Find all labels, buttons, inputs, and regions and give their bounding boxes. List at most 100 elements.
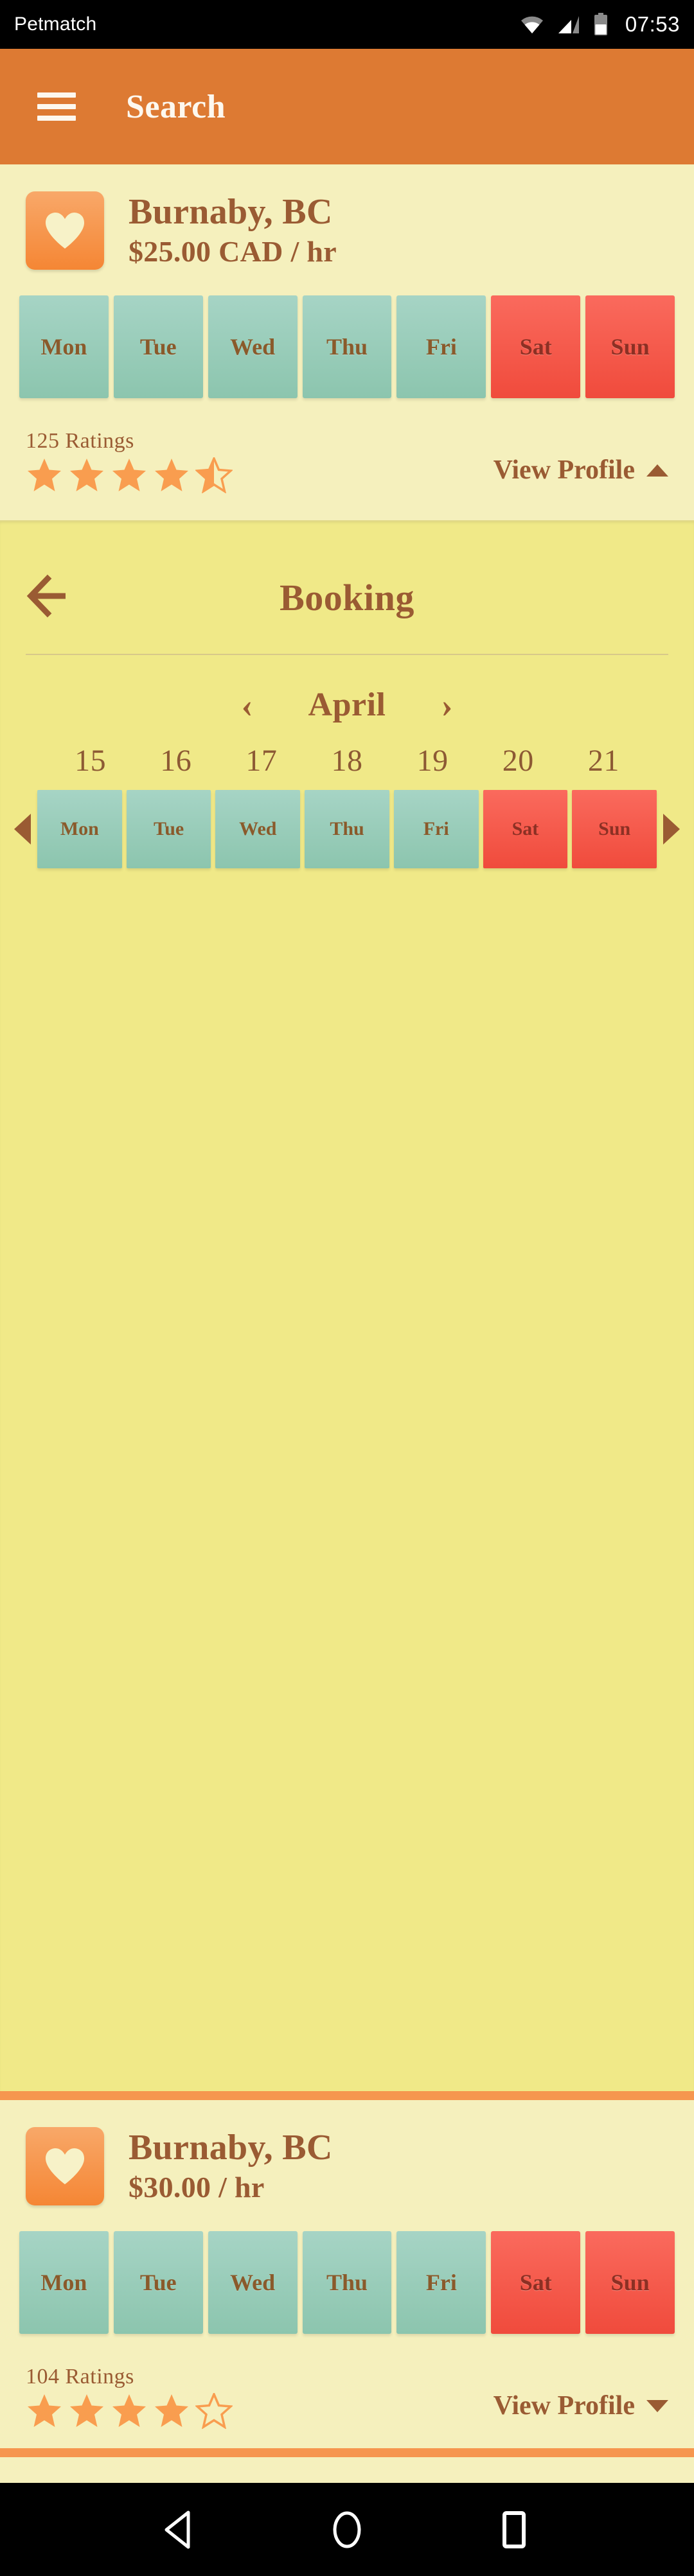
hamburger-bar <box>37 116 76 121</box>
hamburger-bar <box>37 104 76 109</box>
view-profile-button[interactable]: View Profile <box>494 455 668 493</box>
star-icon-full <box>26 2393 63 2429</box>
section-divider <box>0 2091 694 2100</box>
booking-title: Booking <box>280 576 414 618</box>
listing-price: $25.00 CAD / hr <box>129 235 337 268</box>
booking-day-chip-fri[interactable]: Fri <box>393 790 479 868</box>
listing-card: Burnaby, BC $25.00 CAD / hr Mon Tue Wed … <box>0 164 694 520</box>
booking-day-chip-mon[interactable]: Mon <box>37 790 122 868</box>
wifi-icon <box>520 15 544 34</box>
star-icon-empty <box>195 2393 233 2429</box>
triangle-right-icon[interactable] <box>663 814 680 845</box>
ratings-row: 104 Ratings View Profile <box>0 2334 694 2429</box>
booking-day-chip-sat[interactable]: Sat <box>483 790 568 868</box>
day-chip-wed[interactable]: Wed <box>208 2231 298 2334</box>
month-navigation: ‹ April › <box>0 655 694 724</box>
star-icon-full <box>68 457 105 493</box>
status-bar-icons: 07:53 <box>520 12 680 37</box>
cellular-signal-icon <box>557 15 580 34</box>
booking-day-chip-thu[interactable]: Thu <box>305 790 389 868</box>
chevron-down-icon <box>646 2399 668 2412</box>
heart-icon <box>44 2147 86 2186</box>
hamburger-menu-icon[interactable] <box>37 92 76 121</box>
triangle-left-icon[interactable] <box>14 814 31 845</box>
battery-icon <box>593 13 609 36</box>
day-chip-thu[interactable]: Thu <box>302 2231 392 2334</box>
listing-location: Burnaby, BC <box>129 2128 333 2168</box>
listing-info: Burnaby, BC $25.00 CAD / hr <box>129 191 337 269</box>
booking-day-chips: Mon Tue Wed Thu Fri Sat Sun <box>37 790 657 868</box>
hamburger-bar <box>37 92 76 98</box>
app-bar: Search <box>0 49 694 164</box>
star-icon-full <box>153 457 190 493</box>
home-circle-icon[interactable] <box>328 2510 366 2550</box>
chevron-left-icon[interactable]: ‹ <box>242 688 253 723</box>
week-selector: Mon Tue Wed Thu Fri Sat Sun <box>0 778 694 868</box>
star-icon-full <box>26 457 63 493</box>
listing-card: Burnaby, BC $30.00 / hr Mon Tue Wed Thu … <box>0 2100 694 2448</box>
day-chip-sun[interactable]: Sun <box>585 295 675 398</box>
day-chip-sat[interactable]: Sat <box>491 2231 581 2334</box>
recents-square-icon[interactable] <box>495 2510 533 2550</box>
date-number[interactable]: 17 <box>221 743 301 778</box>
ratings-group: 104 Ratings <box>26 2365 233 2429</box>
booking-day-chip-sun[interactable]: Sun <box>572 790 657 868</box>
booking-panel: Booking ‹ April › 15 16 17 18 19 20 21 M… <box>0 520 694 2091</box>
favorite-button[interactable] <box>26 191 104 270</box>
day-chip-tue[interactable]: Tue <box>113 2231 203 2334</box>
day-chip-sat[interactable]: Sat <box>491 295 581 398</box>
star-icon-full <box>153 2393 190 2429</box>
day-chip-mon[interactable]: Mon <box>19 295 109 398</box>
star-icon-full <box>68 2393 105 2429</box>
listing-location: Burnaby, BC <box>129 192 333 232</box>
listing-info: Burnaby, BC $30.00 / hr <box>129 2127 333 2205</box>
android-nav-bar <box>0 2483 694 2576</box>
booking-empty-area <box>0 868 694 2091</box>
view-profile-label: View Profile <box>493 2391 635 2421</box>
back-arrow-icon <box>26 574 85 622</box>
week-dates-row: 15 16 17 18 19 20 21 <box>0 724 694 778</box>
back-triangle-icon[interactable] <box>161 2510 199 2550</box>
date-number[interactable]: 16 <box>136 743 216 778</box>
month-label: April <box>308 687 386 723</box>
section-divider <box>0 2448 694 2457</box>
star-rating <box>26 457 233 493</box>
favorite-button[interactable] <box>26 2127 104 2205</box>
day-chip-tue[interactable]: Tue <box>113 295 203 398</box>
star-rating <box>26 2393 233 2429</box>
day-chip-wed[interactable]: Wed <box>208 295 298 398</box>
star-icon-half <box>195 457 233 493</box>
booking-day-chip-wed[interactable]: Wed <box>215 790 301 868</box>
star-icon-full <box>111 457 148 493</box>
availability-days-row: Mon Tue Wed Thu Fri Sat Sun <box>0 2205 694 2334</box>
chevron-right-icon[interactable]: › <box>441 688 452 723</box>
booking-day-chip-tue[interactable]: Tue <box>126 790 211 868</box>
day-chip-fri[interactable]: Fri <box>396 295 486 398</box>
ratings-count: 125 Ratings <box>26 429 134 453</box>
ratings-group: 125 Ratings <box>26 429 233 493</box>
app-bar-title: Search <box>126 88 226 125</box>
status-bar-app-name: Petmatch <box>14 13 97 35</box>
day-chip-mon[interactable]: Mon <box>19 2231 109 2334</box>
date-number[interactable]: 19 <box>393 743 473 778</box>
day-chip-fri[interactable]: Fri <box>396 2231 486 2334</box>
booking-header: Booking <box>0 521 694 637</box>
ratings-row: 125 Ratings View Profile <box>0 398 694 493</box>
heart-icon <box>44 211 86 250</box>
date-number[interactable]: 20 <box>478 743 558 778</box>
status-bar-clock: 07:53 <box>625 12 680 36</box>
booking-back-button[interactable] <box>26 574 96 622</box>
ratings-count: 104 Ratings <box>26 2365 134 2388</box>
phone-screen: Petmatch 07:53 Search Burnaby, BC $25.00… <box>0 0 694 2576</box>
view-profile-label: View Profile <box>493 455 635 485</box>
view-profile-button[interactable]: View Profile <box>494 2390 668 2429</box>
listing-header: Burnaby, BC $25.00 CAD / hr <box>0 164 694 270</box>
chevron-up-icon <box>646 464 668 477</box>
day-chip-thu[interactable]: Thu <box>302 295 392 398</box>
date-number[interactable]: 21 <box>564 743 644 778</box>
day-chip-sun[interactable]: Sun <box>585 2231 675 2334</box>
date-number[interactable]: 15 <box>50 743 130 778</box>
listing-header: Burnaby, BC $30.00 / hr <box>0 2100 694 2205</box>
date-number[interactable]: 18 <box>307 743 387 778</box>
bottom-spacer <box>0 2457 694 2483</box>
